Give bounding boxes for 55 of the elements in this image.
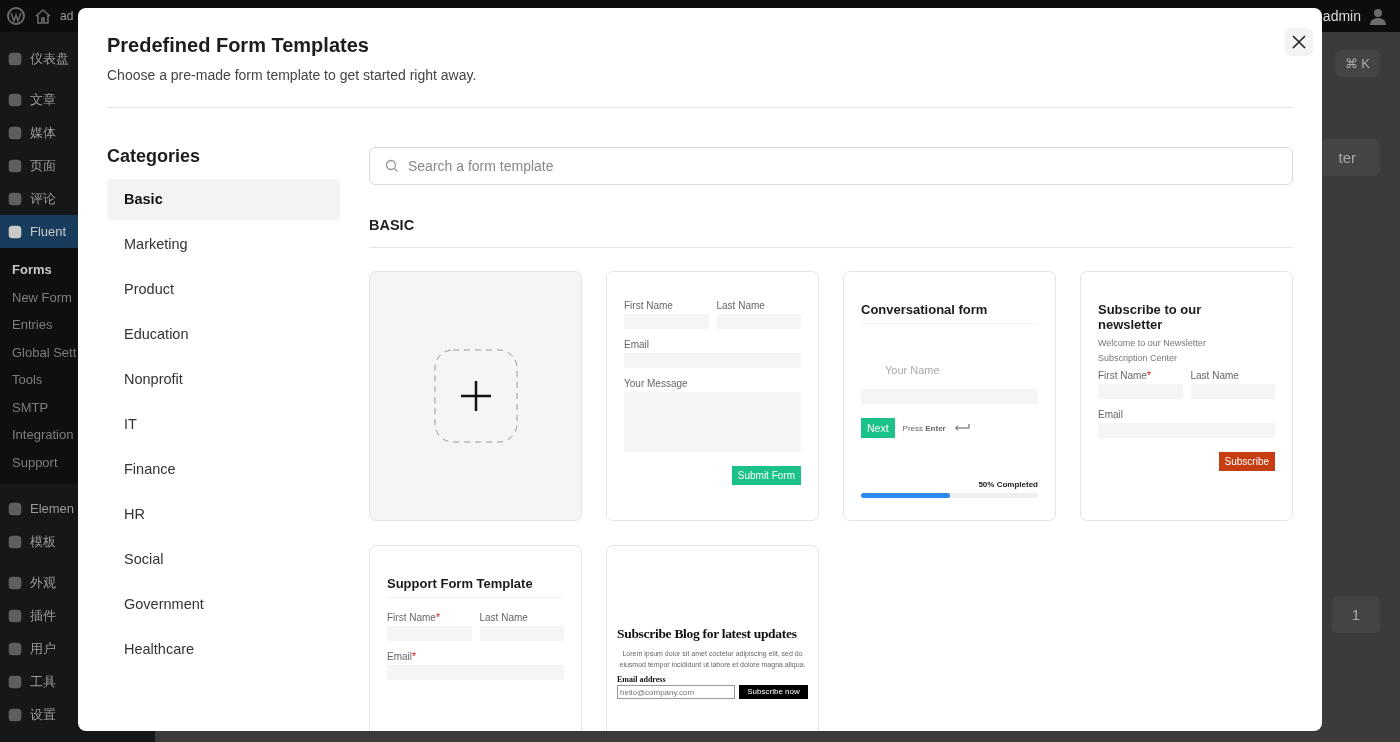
category-item[interactable]: Basic xyxy=(107,179,340,220)
form-title: Conversational form xyxy=(861,296,1038,324)
category-item[interactable]: IT xyxy=(107,404,340,445)
template-card[interactable]: Conversational form Your Name Next Press Enter 50% Completed xyxy=(843,271,1056,521)
category-item[interactable]: Product xyxy=(107,269,340,310)
sidebar-item[interactable]: 设置 xyxy=(0,698,155,731)
blog-title: Subscribe Blog for latest updates xyxy=(617,626,798,642)
search-field[interactable]: Search a form template xyxy=(369,147,1293,185)
house-icon[interactable] xyxy=(33,6,53,26)
close-button[interactable] xyxy=(1285,28,1313,56)
field-label: Last Name xyxy=(479,612,529,623)
form-intro: Subscription Center xyxy=(1098,352,1179,365)
field-label: Your Message xyxy=(624,378,689,389)
sidebar-item[interactable]: 媒体 xyxy=(0,116,155,149)
template-card[interactable]: Subscribe to our newsletter Welcome to our Newsletter Subscription Center First Name* Last Name Email Subscribe xyxy=(1080,271,1293,521)
submit-button: Subscribe xyxy=(1218,452,1275,471)
field-label: Your Name xyxy=(884,363,941,378)
section-heading: BASIC xyxy=(369,217,1293,248)
submit-button: Submit Form xyxy=(731,466,801,485)
close-icon xyxy=(1292,35,1306,49)
subscribe-button: Subscribe now xyxy=(739,685,808,699)
enter-hint: Press Enter xyxy=(902,423,946,433)
category-item[interactable]: Education xyxy=(107,314,340,355)
field-label: First Name xyxy=(624,300,674,311)
logo-icon[interactable] xyxy=(6,6,26,26)
shortcut-button[interactable]: ⌘ K xyxy=(1334,50,1380,77)
field-label: First Name* xyxy=(1098,370,1152,381)
category-item[interactable]: Nonprofit xyxy=(107,359,340,400)
email-field: hello@company.com xyxy=(617,685,735,699)
form-title: Support Form Template xyxy=(387,570,564,598)
progress-label: 50% Completed xyxy=(977,480,1038,489)
site-name[interactable]: ad xyxy=(60,9,74,23)
field-label: Email xyxy=(624,339,650,350)
form-title: Subscribe to our newsletter xyxy=(1098,301,1203,332)
field-label: Email xyxy=(1098,409,1124,420)
user-name[interactable]: admin xyxy=(1322,8,1361,24)
dialog-subtitle: Choose a pre-made form template to get started right away. xyxy=(107,67,477,83)
template-card[interactable]: First Name Last Name Email Your Message Submit Form xyxy=(606,271,819,521)
field-label: Email* xyxy=(387,651,417,662)
field-label: First Name* xyxy=(387,612,441,623)
category-item[interactable]: Finance xyxy=(107,449,340,490)
field-label: Last Name xyxy=(1190,370,1240,381)
field-label: Email address xyxy=(617,675,667,684)
return-arrow-icon xyxy=(953,424,970,432)
template-card[interactable]: Support Form Template First Name* Last Name Email* xyxy=(369,545,582,731)
category-item[interactable]: HR xyxy=(107,494,340,535)
pagination-button[interactable]: 1 xyxy=(1331,596,1380,633)
categories-heading: Categories xyxy=(107,146,202,167)
search-icon xyxy=(385,159,399,173)
plus-icon xyxy=(433,349,518,443)
dialog-title: Predefined Form Templates xyxy=(107,34,370,57)
sidebar-item[interactable]: 文章 xyxy=(0,83,155,116)
next-button: Next xyxy=(861,418,895,438)
form-intro: Welcome to our Newsletter xyxy=(1098,337,1207,350)
field-label: Last Name xyxy=(716,300,766,311)
